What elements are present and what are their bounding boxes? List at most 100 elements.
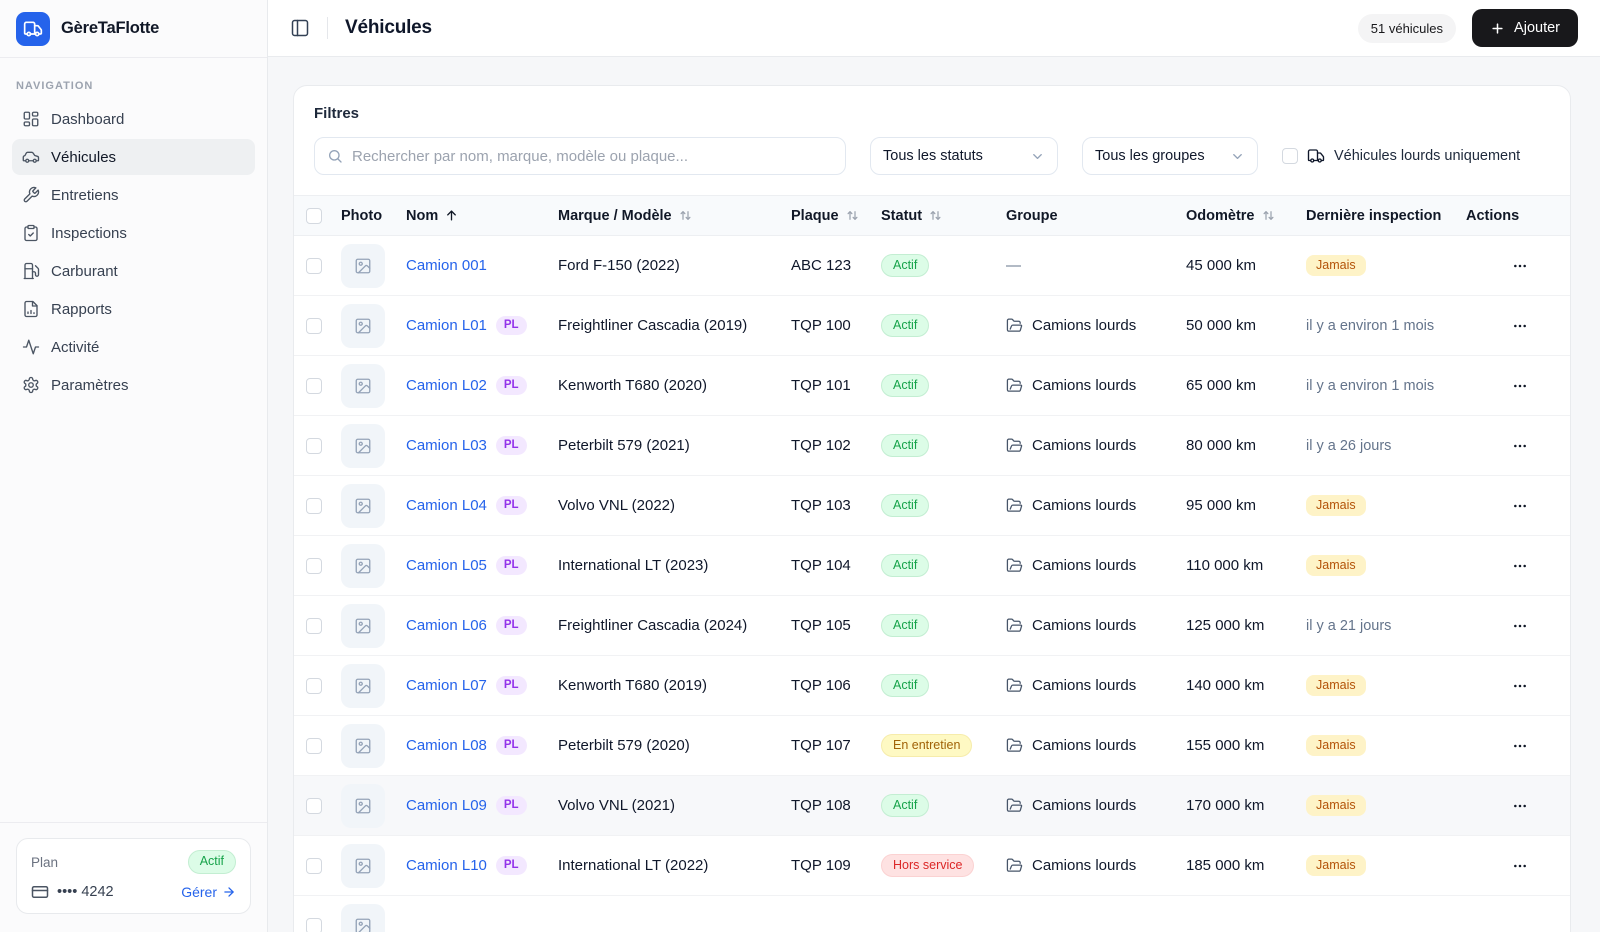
row-checkbox[interactable]	[306, 377, 322, 394]
vehicle-name-link[interactable]: Camion L09	[406, 797, 487, 814]
heavy-vehicle-badge: PL	[495, 376, 527, 395]
row-checkbox[interactable]	[306, 497, 322, 514]
sidebar-item-label: Entretiens	[51, 186, 119, 204]
clipboard-check-icon	[22, 224, 40, 242]
vehicle-odometer: 45 000 km	[1186, 257, 1257, 274]
search-input[interactable]	[352, 147, 833, 165]
sidebar-footer: Plan Actif •••• 4242 Gérer	[0, 822, 267, 932]
row-actions-button[interactable]	[1506, 612, 1534, 640]
row-actions-button[interactable]	[1506, 312, 1534, 340]
vehicle-name-link[interactable]: Camion L03	[406, 437, 487, 454]
column-header-actions: Actions	[1466, 207, 1520, 224]
table-row: Camion L03 PL Peterbilt 579 (2021) TQP 1…	[294, 416, 1570, 476]
group-filter-select[interactable]: Tous les groupes	[1082, 137, 1258, 175]
sidebar-item-rapports[interactable]: Rapports	[12, 291, 255, 327]
row-checkbox[interactable]	[306, 557, 322, 574]
column-header-plaque[interactable]: Plaque	[791, 208, 881, 224]
column-header-nom[interactable]: Nom	[406, 208, 558, 224]
folder-icon	[1006, 497, 1023, 514]
ellipsis-icon	[1512, 318, 1528, 334]
folder-icon	[1006, 617, 1023, 634]
row-actions-button[interactable]	[1506, 732, 1534, 760]
vehicle-model: Freightliner Cascadia (2019)	[558, 317, 748, 334]
vehicle-name-link[interactable]: Camion L02	[406, 377, 487, 394]
vehicle-photo-placeholder	[341, 603, 385, 648]
column-header-marque-modele[interactable]: Marque / Modèle	[558, 208, 791, 224]
add-vehicle-button[interactable]: Ajouter	[1472, 9, 1578, 47]
vehicle-plate: TQP 105	[791, 617, 851, 634]
row-actions-button[interactable]	[1506, 852, 1534, 880]
column-header-statut[interactable]: Statut	[881, 208, 1006, 224]
dashboard-icon	[22, 110, 40, 128]
row-actions-button[interactable]	[1506, 552, 1534, 580]
sidebar-item-carburant[interactable]: Carburant	[12, 253, 255, 289]
vehicle-photo-placeholder	[341, 723, 385, 768]
heavy-only-checkbox[interactable]	[1282, 148, 1298, 164]
row-checkbox[interactable]	[306, 257, 322, 274]
vehicle-model: Volvo VNL (2022)	[558, 497, 676, 514]
sidebar-item-label: Activité	[51, 338, 100, 356]
sidebar-item-parametres[interactable]: Paramètres	[12, 367, 255, 403]
vehicle-group: Camions lourds	[1032, 677, 1137, 694]
vehicle-odometer: 110 000 km	[1186, 557, 1264, 574]
status-filter-select[interactable]: Tous les statuts	[870, 137, 1058, 175]
column-header-odometre[interactable]: Odomètre	[1186, 208, 1306, 224]
row-actions-button[interactable]	[1506, 252, 1534, 280]
ellipsis-icon	[1512, 558, 1528, 574]
sidebar-item-dashboard[interactable]: Dashboard	[12, 101, 255, 137]
vehicle-group: Camions lourds	[1032, 437, 1137, 454]
row-actions-button[interactable]	[1506, 432, 1534, 460]
vehicle-name-link[interactable]: Camion L05	[406, 557, 487, 574]
vehicle-odometer: 95 000 km	[1186, 497, 1257, 514]
row-actions-button[interactable]	[1506, 492, 1534, 520]
vehicle-name-link[interactable]: Camion L08	[406, 737, 487, 754]
row-checkbox[interactable]	[306, 437, 322, 454]
row-checkbox[interactable]	[306, 797, 322, 814]
vehicle-group: Camions lourds	[1032, 737, 1137, 754]
vehicle-odometer: 125 000 km	[1186, 617, 1265, 634]
sidebar-item-entretiens[interactable]: Entretiens	[12, 177, 255, 213]
row-actions-button[interactable]	[1506, 672, 1534, 700]
heavy-vehicle-badge: PL	[495, 496, 527, 515]
row-checkbox[interactable]	[306, 857, 322, 874]
vehicle-model: International LT (2023)	[558, 557, 709, 574]
vehicle-plate: TQP 106	[791, 677, 851, 694]
table-row: Camion L09 PL Volvo VNL (2021) TQP 108 A…	[294, 776, 1570, 836]
inspection-date: il y a environ 1 mois	[1306, 377, 1435, 394]
status-badge: Hors service	[881, 853, 975, 878]
vehicle-odometer: 65 000 km	[1186, 377, 1257, 394]
vehicle-plate: ABC 123	[791, 257, 852, 274]
row-checkbox[interactable]	[306, 677, 322, 694]
table-row	[294, 896, 1570, 932]
vehicle-plate: TQP 103	[791, 497, 851, 514]
folder-icon	[1006, 377, 1023, 394]
main-area: Véhicules 51 véhicules Ajouter Filtres R…	[268, 0, 1600, 932]
ellipsis-icon	[1512, 438, 1528, 454]
vehicle-name-link[interactable]: Camion L01	[406, 317, 487, 334]
select-all-checkbox[interactable]	[306, 207, 322, 224]
row-checkbox[interactable]	[306, 317, 322, 334]
status-badge: Actif	[881, 613, 930, 638]
vehicle-name-link[interactable]: Camion L06	[406, 617, 487, 634]
vehicle-name-link[interactable]: Camion L10	[406, 857, 487, 874]
row-checkbox[interactable]	[306, 737, 322, 754]
row-checkbox[interactable]	[306, 917, 322, 932]
folder-icon	[1006, 677, 1023, 694]
row-actions-button[interactable]	[1506, 792, 1534, 820]
vehicle-name-link[interactable]: Camion 001	[406, 257, 487, 274]
manage-plan-link[interactable]: Gérer	[181, 884, 236, 900]
row-actions-button[interactable]	[1506, 372, 1534, 400]
vehicle-name-link[interactable]: Camion L04	[406, 497, 487, 514]
heavy-only-filter[interactable]: Véhicules lourds uniquement	[1282, 147, 1520, 165]
vehicle-odometer: 185 000 km	[1186, 857, 1265, 874]
vehicle-name-link[interactable]: Camion L07	[406, 677, 487, 694]
sidebar-item-vehicules[interactable]: Véhicules	[12, 139, 255, 175]
sidebar-item-activite[interactable]: Activité	[12, 329, 255, 365]
sidebar-toggle-button[interactable]	[286, 14, 314, 42]
sidebar-item-inspections[interactable]: Inspections	[12, 215, 255, 251]
inspection-date: il y a environ 1 mois	[1306, 317, 1435, 334]
row-checkbox[interactable]	[306, 617, 322, 634]
gear-icon	[22, 376, 40, 394]
panel-left-icon	[290, 18, 310, 38]
plan-card-number: •••• 4242	[57, 884, 114, 900]
